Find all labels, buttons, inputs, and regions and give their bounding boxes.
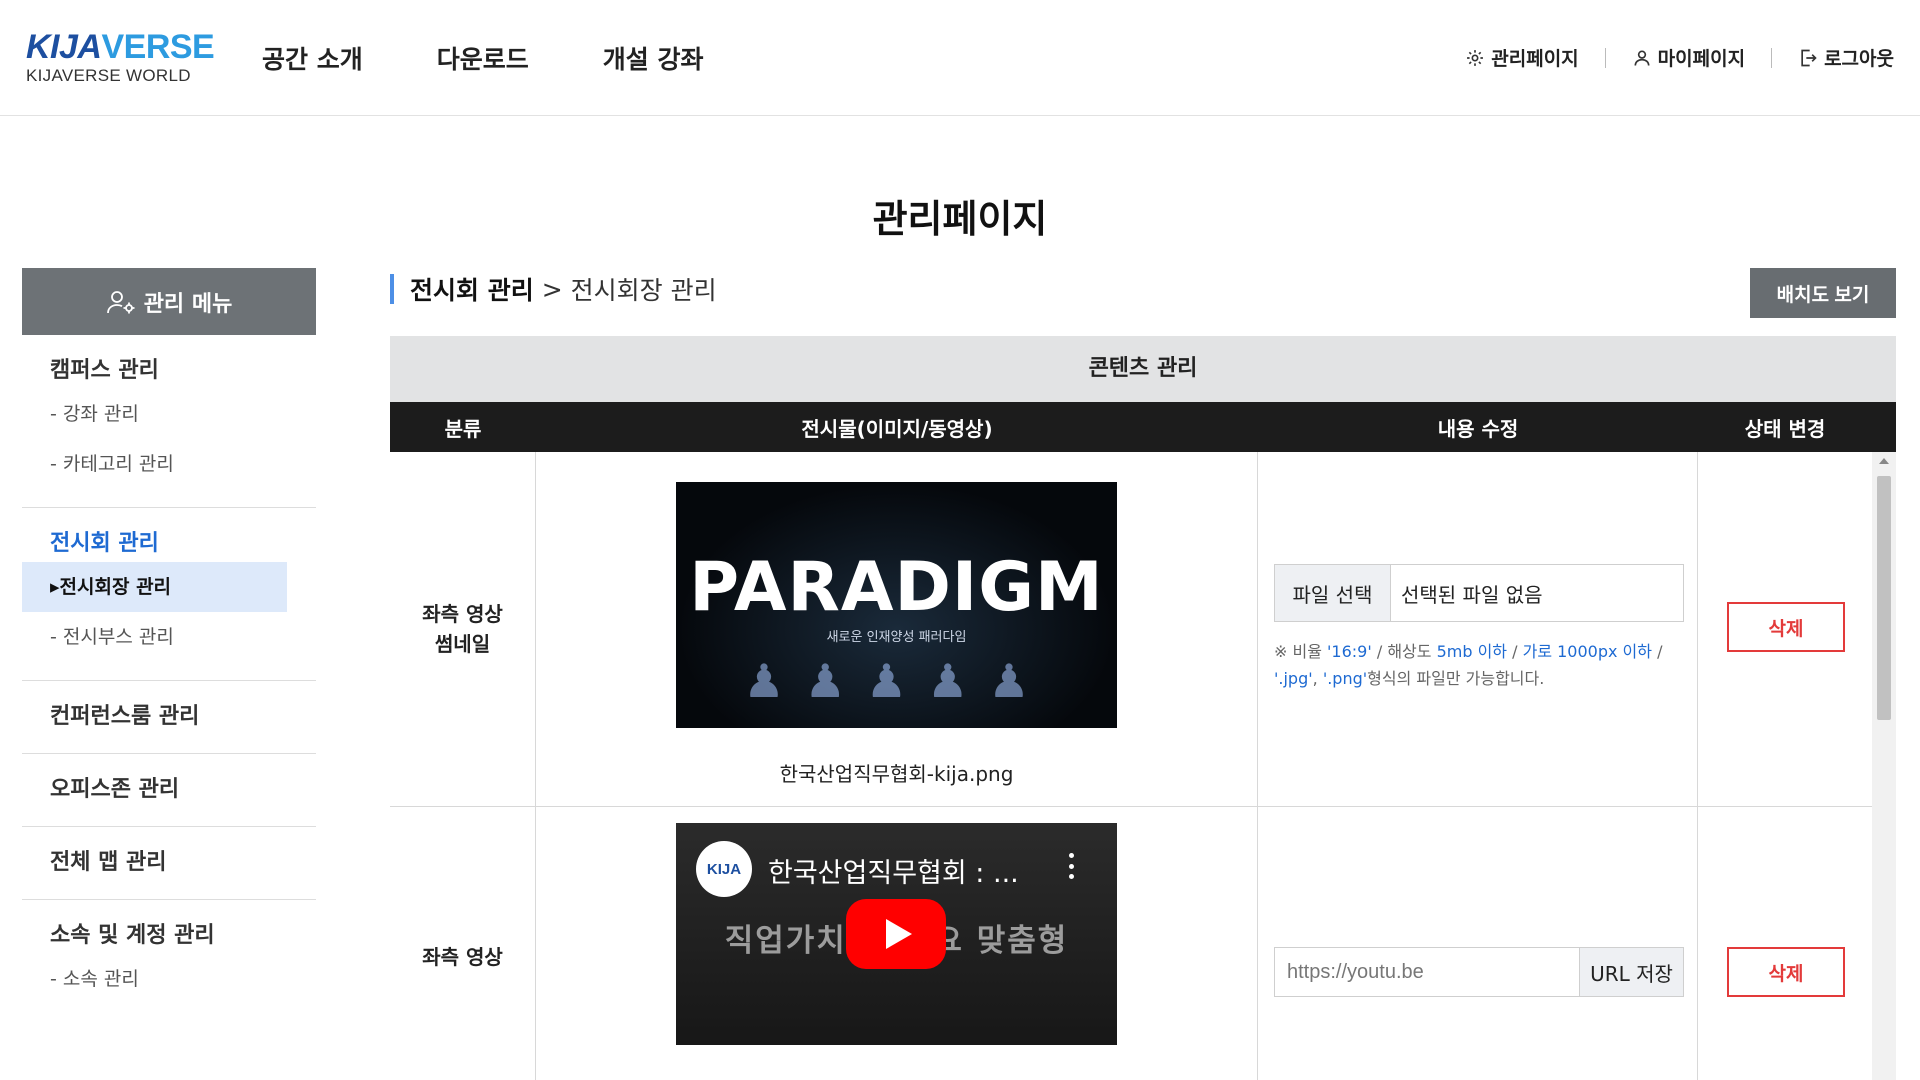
- user-settings-icon: [106, 290, 135, 313]
- delete-button[interactable]: 삭제: [1727, 947, 1845, 997]
- file-notice: ※ 비율 '16:9' / 해상도 5mb 이하 / 가로 1000px 이하 …: [1274, 642, 1663, 688]
- view-layout-button[interactable]: 배치도 보기: [1750, 268, 1896, 318]
- url-field-group: URL 저장: [1274, 947, 1684, 997]
- scrollbar[interactable]: [1872, 452, 1896, 1080]
- utility-nav: 관리페이지 마이페이지 로그아웃: [1465, 44, 1894, 71]
- row-edit-cell: URL 저장: [1258, 807, 1698, 1080]
- play-icon: [886, 919, 912, 949]
- top-header: KIJAVERSE KIJAVERSE WORLD 공간 소개 다운로드 개설 …: [0, 0, 1920, 116]
- figures-decoration: ♟♟♟♟♟: [743, 654, 1050, 708]
- admin-sidebar: 관리 메뉴 캠퍼스 관리 - 강좌 관리 - 카테고리 관리 전시회 관리 ▸전…: [22, 268, 316, 1080]
- breadcrumb-level1[interactable]: 전시회 관리: [410, 271, 534, 307]
- row-exhibit-cell: 직업가치 보 수요 맞춤형 KIJA 한국산업직무협회 : ...: [536, 807, 1258, 1080]
- logout-icon: [1801, 49, 1817, 66]
- play-button[interactable]: [846, 899, 946, 969]
- sidebar-item-affiliation[interactable]: - 소속 관리: [22, 954, 316, 1004]
- site-logo[interactable]: KIJAVERSE KIJAVERSE WORLD: [26, 28, 215, 86]
- sidebar-item-campus[interactable]: 캠퍼스 관리: [22, 353, 316, 389]
- sidebar-item-conference[interactable]: 컨퍼런스룸 관리: [22, 699, 316, 735]
- sidebar-item-course[interactable]: - 강좌 관리: [22, 389, 316, 439]
- sidebar-group-account: 소속 및 계정 관리 - 소속 관리: [22, 900, 316, 1022]
- admin-page-label: 관리페이지: [1491, 48, 1579, 70]
- sidebar-group-office: 오피스존 관리: [22, 754, 316, 827]
- file-select-button[interactable]: 파일 선택: [1275, 565, 1391, 621]
- row-category: 좌측 영상: [390, 807, 536, 1080]
- youtube-embed[interactable]: 직업가치 보 수요 맞춤형 KIJA 한국산업직무협회 : ...: [676, 823, 1117, 1045]
- row-exhibit-cell: ♟♟♟♟♟ PARADIGM 새로운 인재양성 패러다임 한국산업직무협회-ki…: [536, 452, 1258, 806]
- table-row: 좌측 영상 썸네일 ♟♟♟♟♟ PARADIGM 새로운 인재양성 패러다임 한…: [390, 452, 1896, 807]
- sidebar-header-label: 관리 메뉴: [143, 291, 233, 317]
- nav-courses[interactable]: 개설 강좌: [603, 40, 704, 76]
- admin-page-link[interactable]: 관리페이지: [1465, 44, 1579, 71]
- gear-icon: [1467, 49, 1484, 66]
- url-save-button[interactable]: URL 저장: [1579, 948, 1683, 996]
- divider: [1771, 47, 1773, 68]
- scroll-thumb[interactable]: [1877, 476, 1891, 720]
- thumbnail-subtitle: 새로운 인재양성 패러다임: [826, 630, 967, 645]
- row-edit-cell: 파일 선택 선택된 파일 없음 ※ 비율 '16:9' / 해상도 5mb 이하…: [1258, 452, 1698, 806]
- sidebar-item-exhibition-hall[interactable]: ▸전시회장 관리: [22, 562, 287, 612]
- breadcrumb: 전시회 관리 > 전시회장 관리: [390, 271, 717, 307]
- thumbnail-image: ♟♟♟♟♟ PARADIGM 새로운 인재양성 패러다임: [676, 482, 1117, 728]
- scroll-up-arrow-icon[interactable]: [1879, 458, 1889, 464]
- nav-space-intro[interactable]: 공간 소개: [262, 40, 363, 76]
- nav-download[interactable]: 다운로드: [437, 40, 529, 76]
- header-edit: 내용 수정: [1437, 416, 1519, 441]
- sidebar-group-exhibition: 전시회 관리 ▸전시회장 관리 - 전시부스 관리: [22, 508, 316, 681]
- sidebar-item-category[interactable]: - 카테고리 관리: [22, 439, 316, 489]
- row-status-cell: 삭제: [1698, 807, 1872, 1080]
- more-options-icon[interactable]: [1069, 853, 1075, 879]
- logo-subtitle: KIJAVERSE WORLD: [26, 66, 191, 85]
- logout-label: 로그아웃: [1824, 48, 1894, 70]
- breadcrumb-separator: >: [541, 274, 563, 304]
- delete-button[interactable]: 삭제: [1727, 602, 1845, 652]
- thumbnail-title: PARADIGM: [689, 548, 1104, 627]
- table-caption: 콘텐츠 관리: [390, 336, 1896, 402]
- logo-kija: KIJA: [26, 28, 102, 66]
- user-icon: [1634, 50, 1650, 66]
- sidebar-item-map[interactable]: 전체 맵 관리: [22, 845, 316, 881]
- table-header: 분류 전시물(이미지/동영상) 내용 수정 상태 변경: [390, 402, 1896, 452]
- sidebar-item-exhibition-booth[interactable]: - 전시부스 관리: [22, 612, 316, 662]
- sidebar-header: 관리 메뉴: [22, 268, 316, 335]
- header-category: 분류: [444, 416, 482, 441]
- category-line1: 좌측 영상: [422, 602, 503, 626]
- breadcrumb-level2: 전시회장 관리: [570, 276, 717, 305]
- file-input[interactable]: 파일 선택 선택된 파일 없음: [1274, 564, 1684, 622]
- row-category: 좌측 영상 썸네일: [390, 452, 536, 806]
- header-exhibit: 전시물(이미지/동영상): [801, 416, 993, 441]
- sidebar-item-account[interactable]: 소속 및 계정 관리: [22, 918, 316, 954]
- category-line2: 썸네일: [434, 632, 491, 656]
- sidebar-item-office[interactable]: 오피스존 관리: [22, 772, 316, 808]
- logout-link[interactable]: 로그아웃: [1798, 44, 1894, 71]
- header-status: 상태 변경: [1744, 416, 1826, 441]
- sidebar-group-campus: 캠퍼스 관리 - 강좌 관리 - 카테고리 관리: [22, 335, 316, 508]
- page-title: 관리페이지: [872, 197, 1048, 241]
- sidebar-item-exhibition[interactable]: 전시회 관리: [22, 526, 316, 562]
- video-title[interactable]: 한국산업직무협회 : ...: [768, 851, 1019, 890]
- url-input[interactable]: [1275, 948, 1579, 996]
- file-status: 선택된 파일 없음: [1401, 582, 1543, 607]
- table-row: 좌측 영상 직업가치 보 수요 맞춤형 KIJA 한국산업직무협회 : ...: [390, 807, 1896, 1080]
- content-table: 콘텐츠 관리 분류 전시물(이미지/동영상) 내용 수정 상태 변경 좌측 영상…: [390, 336, 1896, 1080]
- mypage-label: 마이페이지: [1657, 48, 1746, 70]
- table-body: 좌측 영상 썸네일 ♟♟♟♟♟ PARADIGM 새로운 인재양성 패러다임 한…: [390, 452, 1896, 1080]
- channel-avatar[interactable]: KIJA: [696, 841, 752, 897]
- sidebar-group-map: 전체 맵 관리: [22, 827, 316, 900]
- logo-verse: VERSE: [101, 28, 215, 66]
- mypage-link[interactable]: 마이페이지: [1632, 44, 1745, 71]
- divider: [1604, 47, 1606, 68]
- sidebar-group-conference: 컨퍼런스룸 관리: [22, 681, 316, 754]
- main-nav: 공간 소개 다운로드 개설 강좌: [262, 40, 777, 76]
- row-status-cell: 삭제: [1698, 452, 1872, 806]
- file-name: 한국산업직무협회-kija.png: [779, 762, 1014, 786]
